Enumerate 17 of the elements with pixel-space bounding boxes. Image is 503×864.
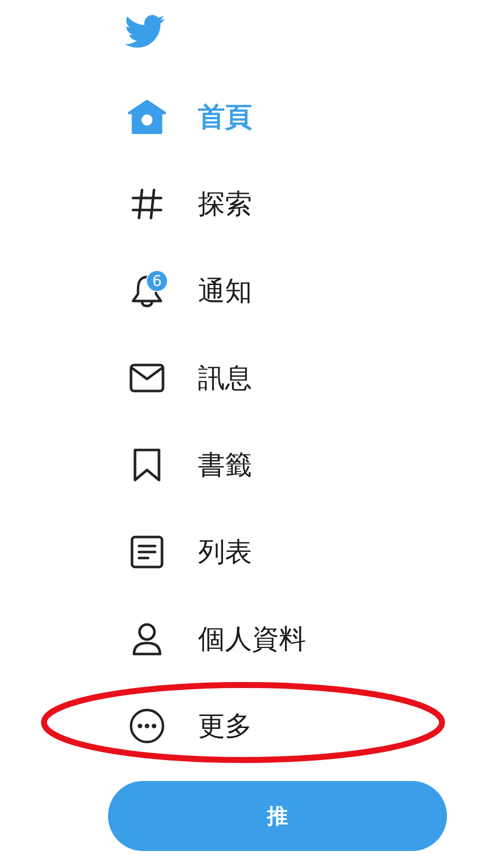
nav-item[interactable]: 列表 <box>0 508 252 595</box>
bell-icon <box>130 274 164 308</box>
nav-item[interactable]: 6 通知 <box>0 247 252 334</box>
nav-item[interactable]: 個人資料 <box>0 595 306 682</box>
person-icon <box>131 622 163 656</box>
nav-item[interactable]: 訊息 <box>0 334 252 421</box>
nav-item[interactable]: 更多 <box>0 682 252 769</box>
nav-item[interactable]: 探索 <box>0 160 252 247</box>
notification-badge: 6 <box>146 270 168 292</box>
bookmark-icon <box>132 448 162 482</box>
bird-logo-icon[interactable] <box>124 14 166 48</box>
envelope-icon <box>129 362 165 392</box>
hashtag-icon <box>131 188 163 220</box>
nav-item[interactable]: 書籤 <box>0 421 252 508</box>
more-icon <box>129 708 165 744</box>
list-icon <box>130 534 164 568</box>
home-icon <box>128 100 166 134</box>
